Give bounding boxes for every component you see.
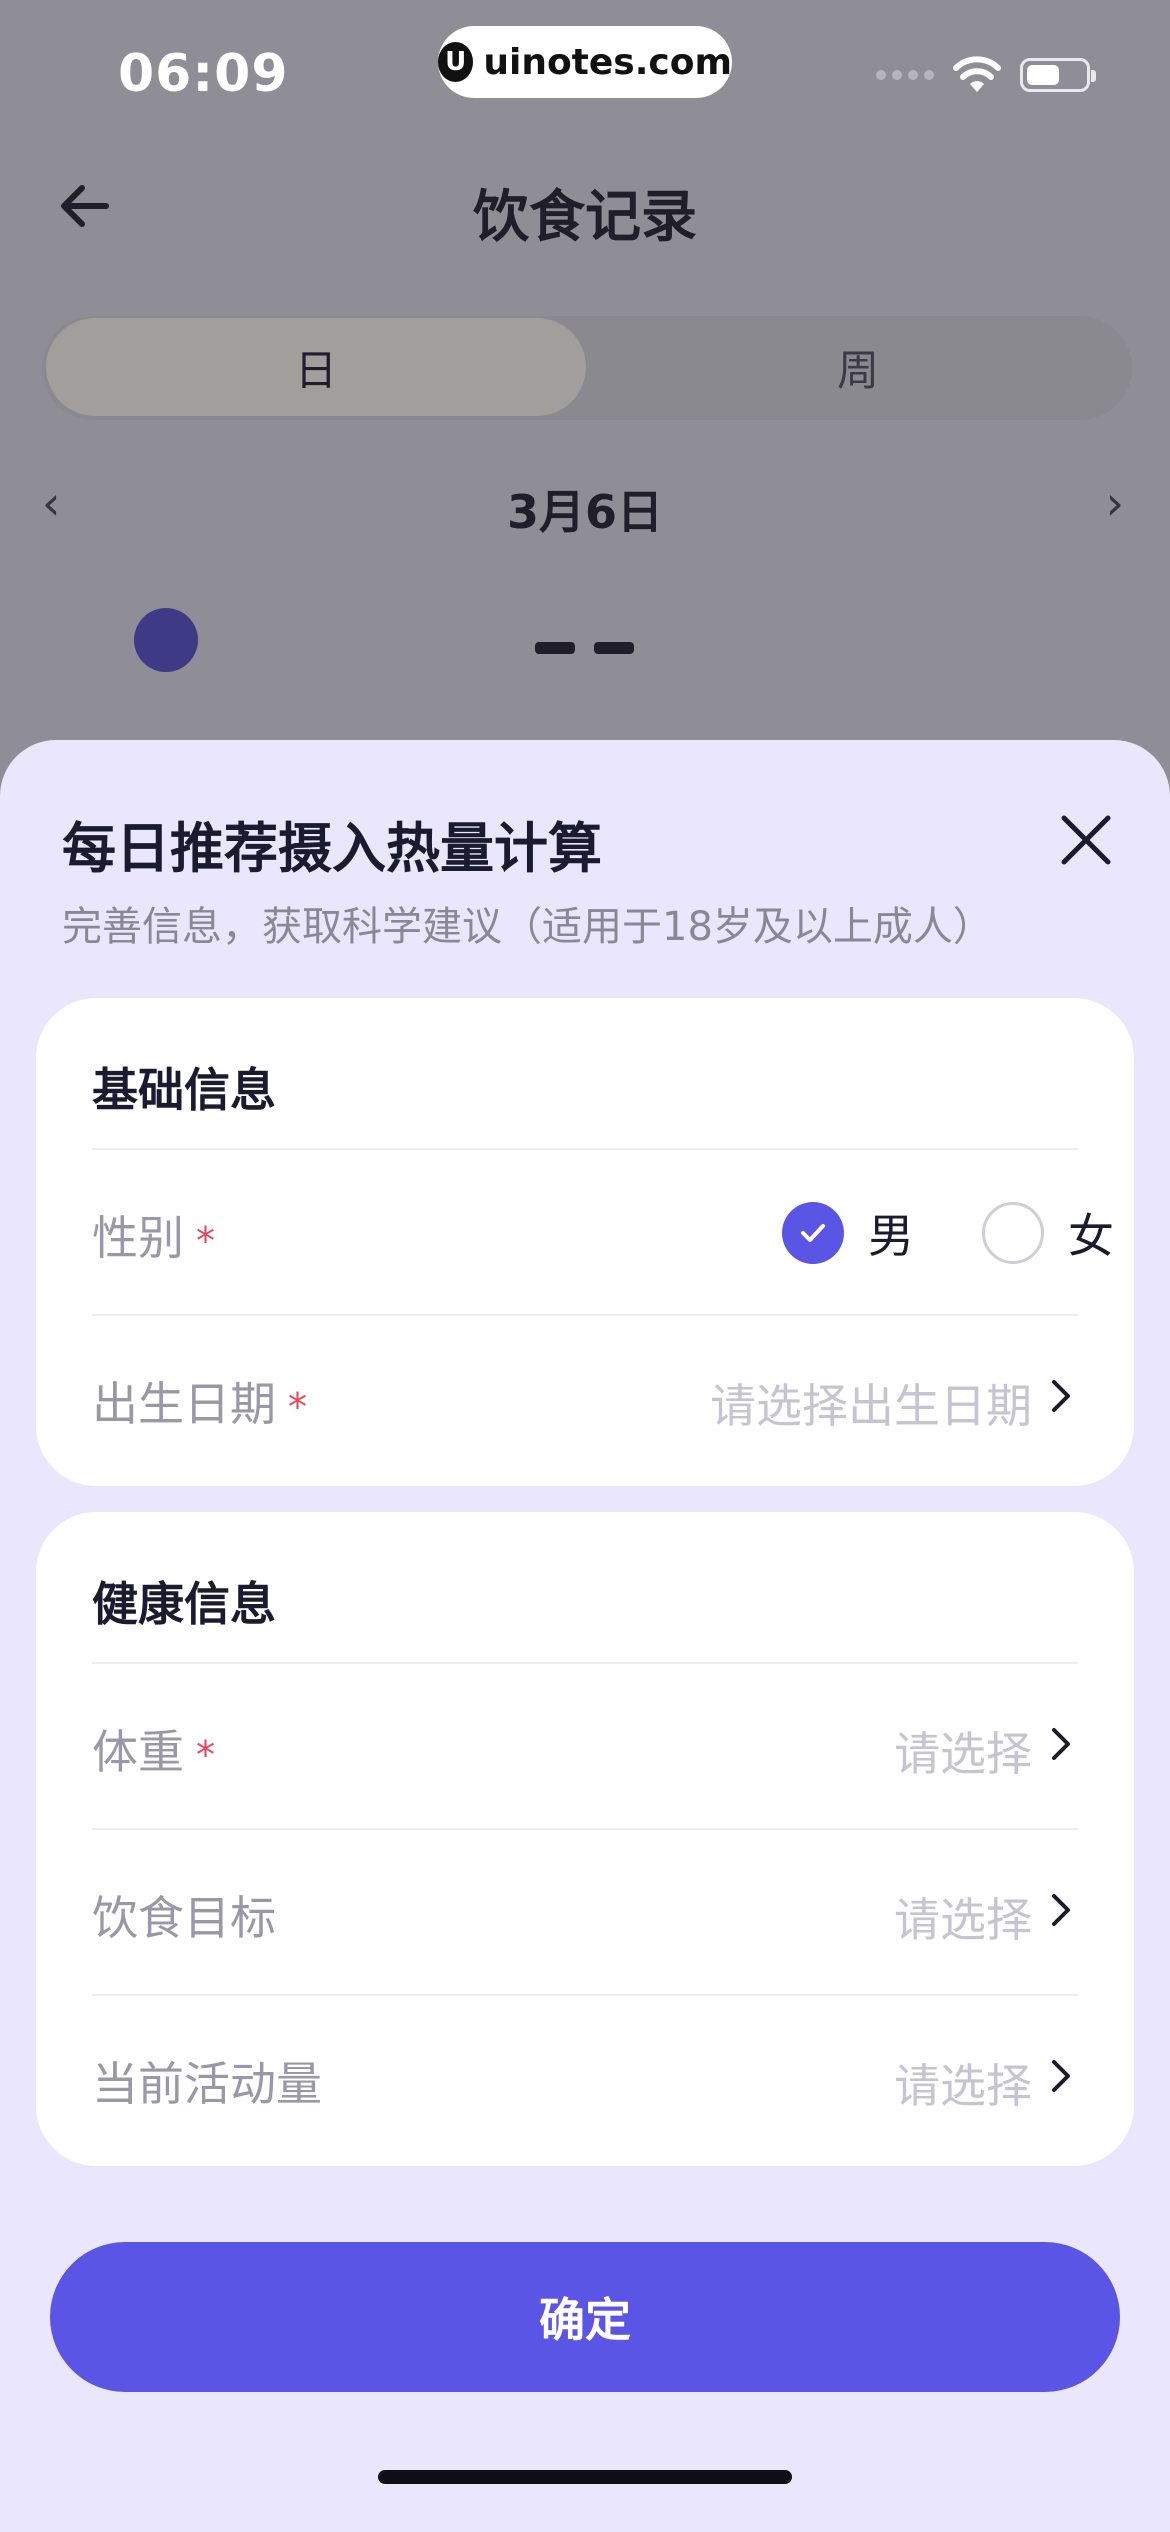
signal-dots-icon [876,70,934,80]
gender-label: 性别 * [92,1211,215,1265]
basic-info-title: 基础信息 [92,1063,276,1117]
required-mark: * [196,1733,215,1777]
required-mark: * [288,1385,307,1429]
page-title: 饮食记录 [473,185,697,250]
check-icon [801,1224,825,1242]
home-indicator[interactable] [378,2470,792,2484]
value-dash [594,642,634,654]
next-date-icon[interactable]: › [1106,476,1124,530]
close-icon[interactable] [1046,800,1126,880]
background-page: 06:09 U uinotes.com 饮食记录 日 周 ‹ 3月6日 › [0,0,1170,760]
url-text: uinotes.com [483,41,732,83]
current-date: 3月6日 [506,485,663,539]
day-week-segment: 日 周 [42,316,1132,420]
battery-icon [1020,58,1096,92]
health-info-title: 健康信息 [92,1577,276,1631]
url-pill: U uinotes.com [438,26,732,98]
wifi-icon [953,56,1001,92]
status-icons [876,56,1096,94]
required-mark: * [196,1219,215,1263]
uinotes-logo-icon: U [438,42,474,82]
health-info-card: 健康信息 体重 * 请选择 饮食目标 请选择 当前活动量 请选择 [36,1512,1134,2166]
confirm-button[interactable]: 确定 [50,2242,1120,2392]
radio-unchecked-icon[interactable] [982,1202,1044,1264]
diet-goal-row[interactable]: 饮食目标 请选择 [92,1828,1078,1994]
status-time: 06:09 [118,44,289,104]
basic-info-card: 基础信息 性别 * 男 女 出生日期 * 请选择出生日期 [36,998,1134,1486]
calorie-calculator-sheet: 每日推荐摄入热量计算 完善信息，获取科学建议（适用于18岁及以上成人） 基础信息… [0,740,1170,2532]
gender-option-female[interactable]: 女 [982,1200,1114,1266]
diet-goal-label: 饮食目标 [92,1891,276,1945]
birth-date-row[interactable]: 出生日期 * 请选择出生日期 [92,1314,1078,1480]
chevron-right-icon [1052,1894,1070,1926]
weight-row[interactable]: 体重 * 请选择 [92,1662,1078,1828]
gender-female-label: 女 [1068,1209,1114,1263]
chevron-right-icon [1052,1380,1070,1412]
birth-date-label: 出生日期 * [92,1377,307,1431]
diet-goal-placeholder: 请选择 [894,1893,1032,1947]
chevron-right-icon [1052,1728,1070,1760]
radio-checked-icon[interactable] [782,1202,844,1264]
activity-level-label: 当前活动量 [92,2057,322,2111]
activity-level-row[interactable]: 当前活动量 请选择 [92,1994,1078,2160]
sheet-subtitle: 完善信息，获取科学建议（适用于18岁及以上成人） [62,904,993,950]
value-dash [535,642,575,654]
weight-label: 体重 * [92,1725,215,1779]
gender-option-male[interactable]: 男 [782,1200,914,1266]
chevron-right-icon [1052,2060,1070,2092]
gender-row: 性别 * 男 女 [92,1148,1114,1314]
weight-placeholder: 请选择 [894,1727,1032,1781]
progress-dot [134,608,198,672]
sheet-title: 每日推荐摄入热量计算 [62,817,602,880]
gender-male-label: 男 [868,1209,914,1263]
activity-level-placeholder: 请选择 [894,2059,1032,2113]
birth-date-placeholder: 请选择出生日期 [710,1379,1032,1433]
tab-day[interactable]: 日 [46,318,586,416]
tab-week[interactable]: 周 [588,318,1128,416]
